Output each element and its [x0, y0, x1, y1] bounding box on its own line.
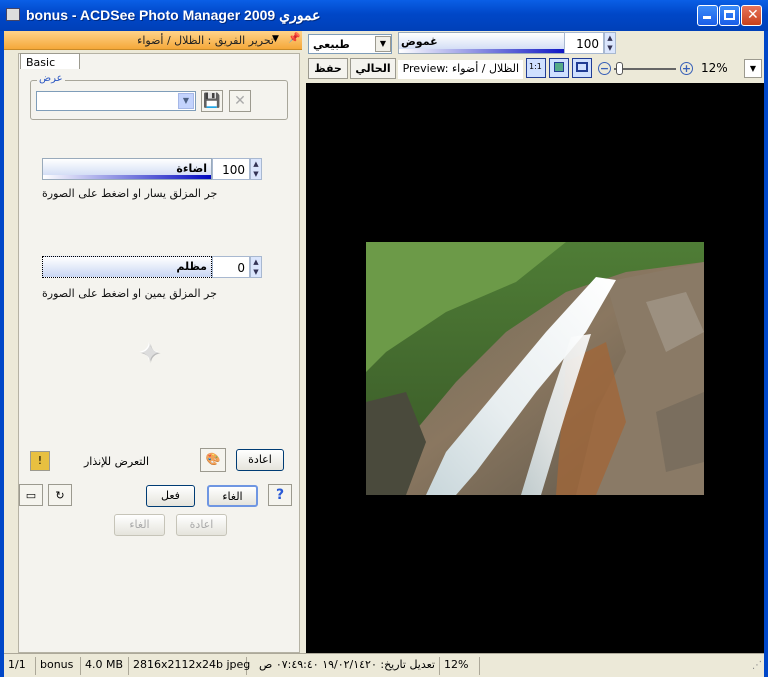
floppy-icon: 💾	[203, 93, 221, 109]
watermark-logo: ✦	[139, 339, 162, 369]
refresh-icon: ↻	[55, 489, 65, 502]
preview-label: Preview: الظلال / أضواء	[398, 60, 523, 79]
waterfall-photo	[366, 242, 704, 495]
blend-mode-value: طبيعي	[313, 38, 350, 51]
lighten-hint: جر المزلق يسار او اضغط على الصورة	[42, 187, 218, 200]
zoom-track	[614, 68, 676, 70]
delete-icon: ✕	[234, 93, 246, 109]
panel-menu-icon[interactable]: ▼	[272, 34, 279, 44]
fit-icon	[554, 62, 564, 72]
actual-size-button[interactable]: 1:1	[526, 58, 546, 78]
blend-mode-select[interactable]: طبيعي ▼	[308, 34, 392, 54]
undo-button[interactable]: الغاء	[114, 514, 165, 536]
opacity-fill	[399, 49, 575, 53]
panel-header: تحرير الفريق : الظلال / أضواء ▼ 📌	[4, 31, 302, 50]
pin-icon[interactable]: 📌	[288, 33, 300, 44]
color-picker-button[interactable]: 🎨	[200, 448, 226, 472]
zoom-value: 12%	[701, 61, 728, 75]
image-viewer[interactable]	[306, 83, 764, 653]
monitor-icon: ▭	[25, 489, 37, 502]
current-button[interactable]: الحالي	[350, 58, 396, 79]
exposure-label: التعرض للإنذار	[84, 455, 150, 468]
edit-panel: تحرير الفريق : الظلال / أضواء ▼ 📌 Basic …	[4, 31, 302, 653]
preset-combo[interactable]: ▼	[36, 91, 196, 111]
title-bar: bonus - ACDSee Photo Manager 2009 عموري …	[0, 0, 768, 31]
fit-image-button[interactable]	[549, 58, 569, 78]
help-button[interactable]: ?	[268, 484, 292, 506]
apply-button[interactable]: فعل	[146, 485, 195, 507]
preset-label: عرض	[37, 73, 65, 84]
app-icon[interactable]	[6, 8, 20, 21]
opacity-value[interactable]: 100	[564, 32, 604, 54]
help-icon: ?	[275, 487, 285, 503]
zoom-thumb[interactable]	[616, 62, 623, 75]
darken-slider[interactable]: مظلم	[42, 256, 212, 278]
nav-next-button[interactable]: ↻	[48, 484, 72, 506]
darken-hint: جر المزلق يمين او اضغط على الصورة	[42, 287, 217, 300]
darken-value[interactable]: 0	[212, 256, 250, 278]
save-preset-button[interactable]: 💾	[201, 90, 223, 112]
lighten-label: اضاءة	[176, 162, 207, 175]
status-index: 1/1	[4, 657, 36, 675]
blend-toolbar: طبيعي ▼ غموض 100 ▲ ▼	[306, 31, 764, 57]
reset-button[interactable]: اعادة	[236, 449, 284, 471]
status-modified: تعديل تاريخ: ١٩/٠٢/١٤٢٠ ٠٧:٤٩:٤٠ ص	[247, 657, 440, 675]
chevron-down-icon[interactable]: ▼	[375, 36, 391, 52]
status-zoom: 12%	[440, 657, 480, 675]
status-filename: bonus	[36, 657, 81, 675]
cancel-button[interactable]: الغاء	[207, 485, 258, 507]
maximize-button[interactable]	[719, 5, 740, 26]
opacity-slider[interactable]: غموض	[398, 32, 576, 54]
lighten-spinner[interactable]: ▲ ▼	[250, 158, 262, 180]
minimize-button[interactable]	[697, 5, 718, 26]
screen-icon	[576, 62, 588, 72]
preview-toolbar: حفظ الحالي Preview: الظلال / أضواء 1:1 −…	[306, 57, 764, 81]
opacity-spinner[interactable]: ▲ ▼	[604, 32, 616, 54]
lighten-value[interactable]: 100	[212, 158, 250, 180]
save-button[interactable]: حفظ	[308, 58, 348, 79]
lighten-fill	[43, 175, 211, 179]
chevron-down-icon[interactable]: ▼	[178, 93, 194, 109]
tab-basic[interactable]: Basic	[20, 53, 80, 69]
picker-icon: 🎨	[205, 452, 221, 466]
window-frame-right	[764, 31, 768, 677]
opacity-label: غموض	[401, 35, 438, 48]
panel-title: تحرير الفريق : الظلال / أضواء	[137, 34, 274, 47]
status-filesize: 4.0 MB	[81, 657, 129, 675]
close-button[interactable]: ✕	[741, 5, 762, 26]
status-dimensions: 2816x2112x24b jpeg	[129, 657, 250, 675]
close-icon: ✕	[747, 7, 759, 23]
preview-area: طبيعي ▼ غموض 100 ▲ ▼ حفظ الحالي Preview: …	[306, 31, 764, 653]
nav-prev-button[interactable]: ▭	[19, 484, 43, 506]
darken-label: مظلم	[176, 260, 207, 273]
lighten-slider[interactable]: اضاءة	[42, 158, 212, 180]
delete-preset-button[interactable]: ✕	[229, 90, 251, 112]
status-bar: 1/1 bonus 4.0 MB 2816x2112x24b jpeg تعدي…	[4, 653, 764, 677]
one-to-one-icon: 1:1	[529, 62, 542, 71]
zoom-in-icon[interactable]: +	[680, 62, 693, 75]
exposure-icon[interactable]: !	[30, 451, 50, 471]
zoom-dropdown[interactable]: ▼	[744, 59, 762, 78]
zoom-out-icon[interactable]: −	[598, 62, 611, 75]
window-title: bonus - ACDSee Photo Manager 2009 عموري	[26, 7, 321, 23]
darken-spinner[interactable]: ▲ ▼	[250, 256, 262, 278]
resize-grip-icon[interactable]: ⋰	[752, 660, 762, 671]
fullscreen-button[interactable]	[572, 58, 592, 78]
redo-button[interactable]: اعادة	[176, 514, 227, 536]
